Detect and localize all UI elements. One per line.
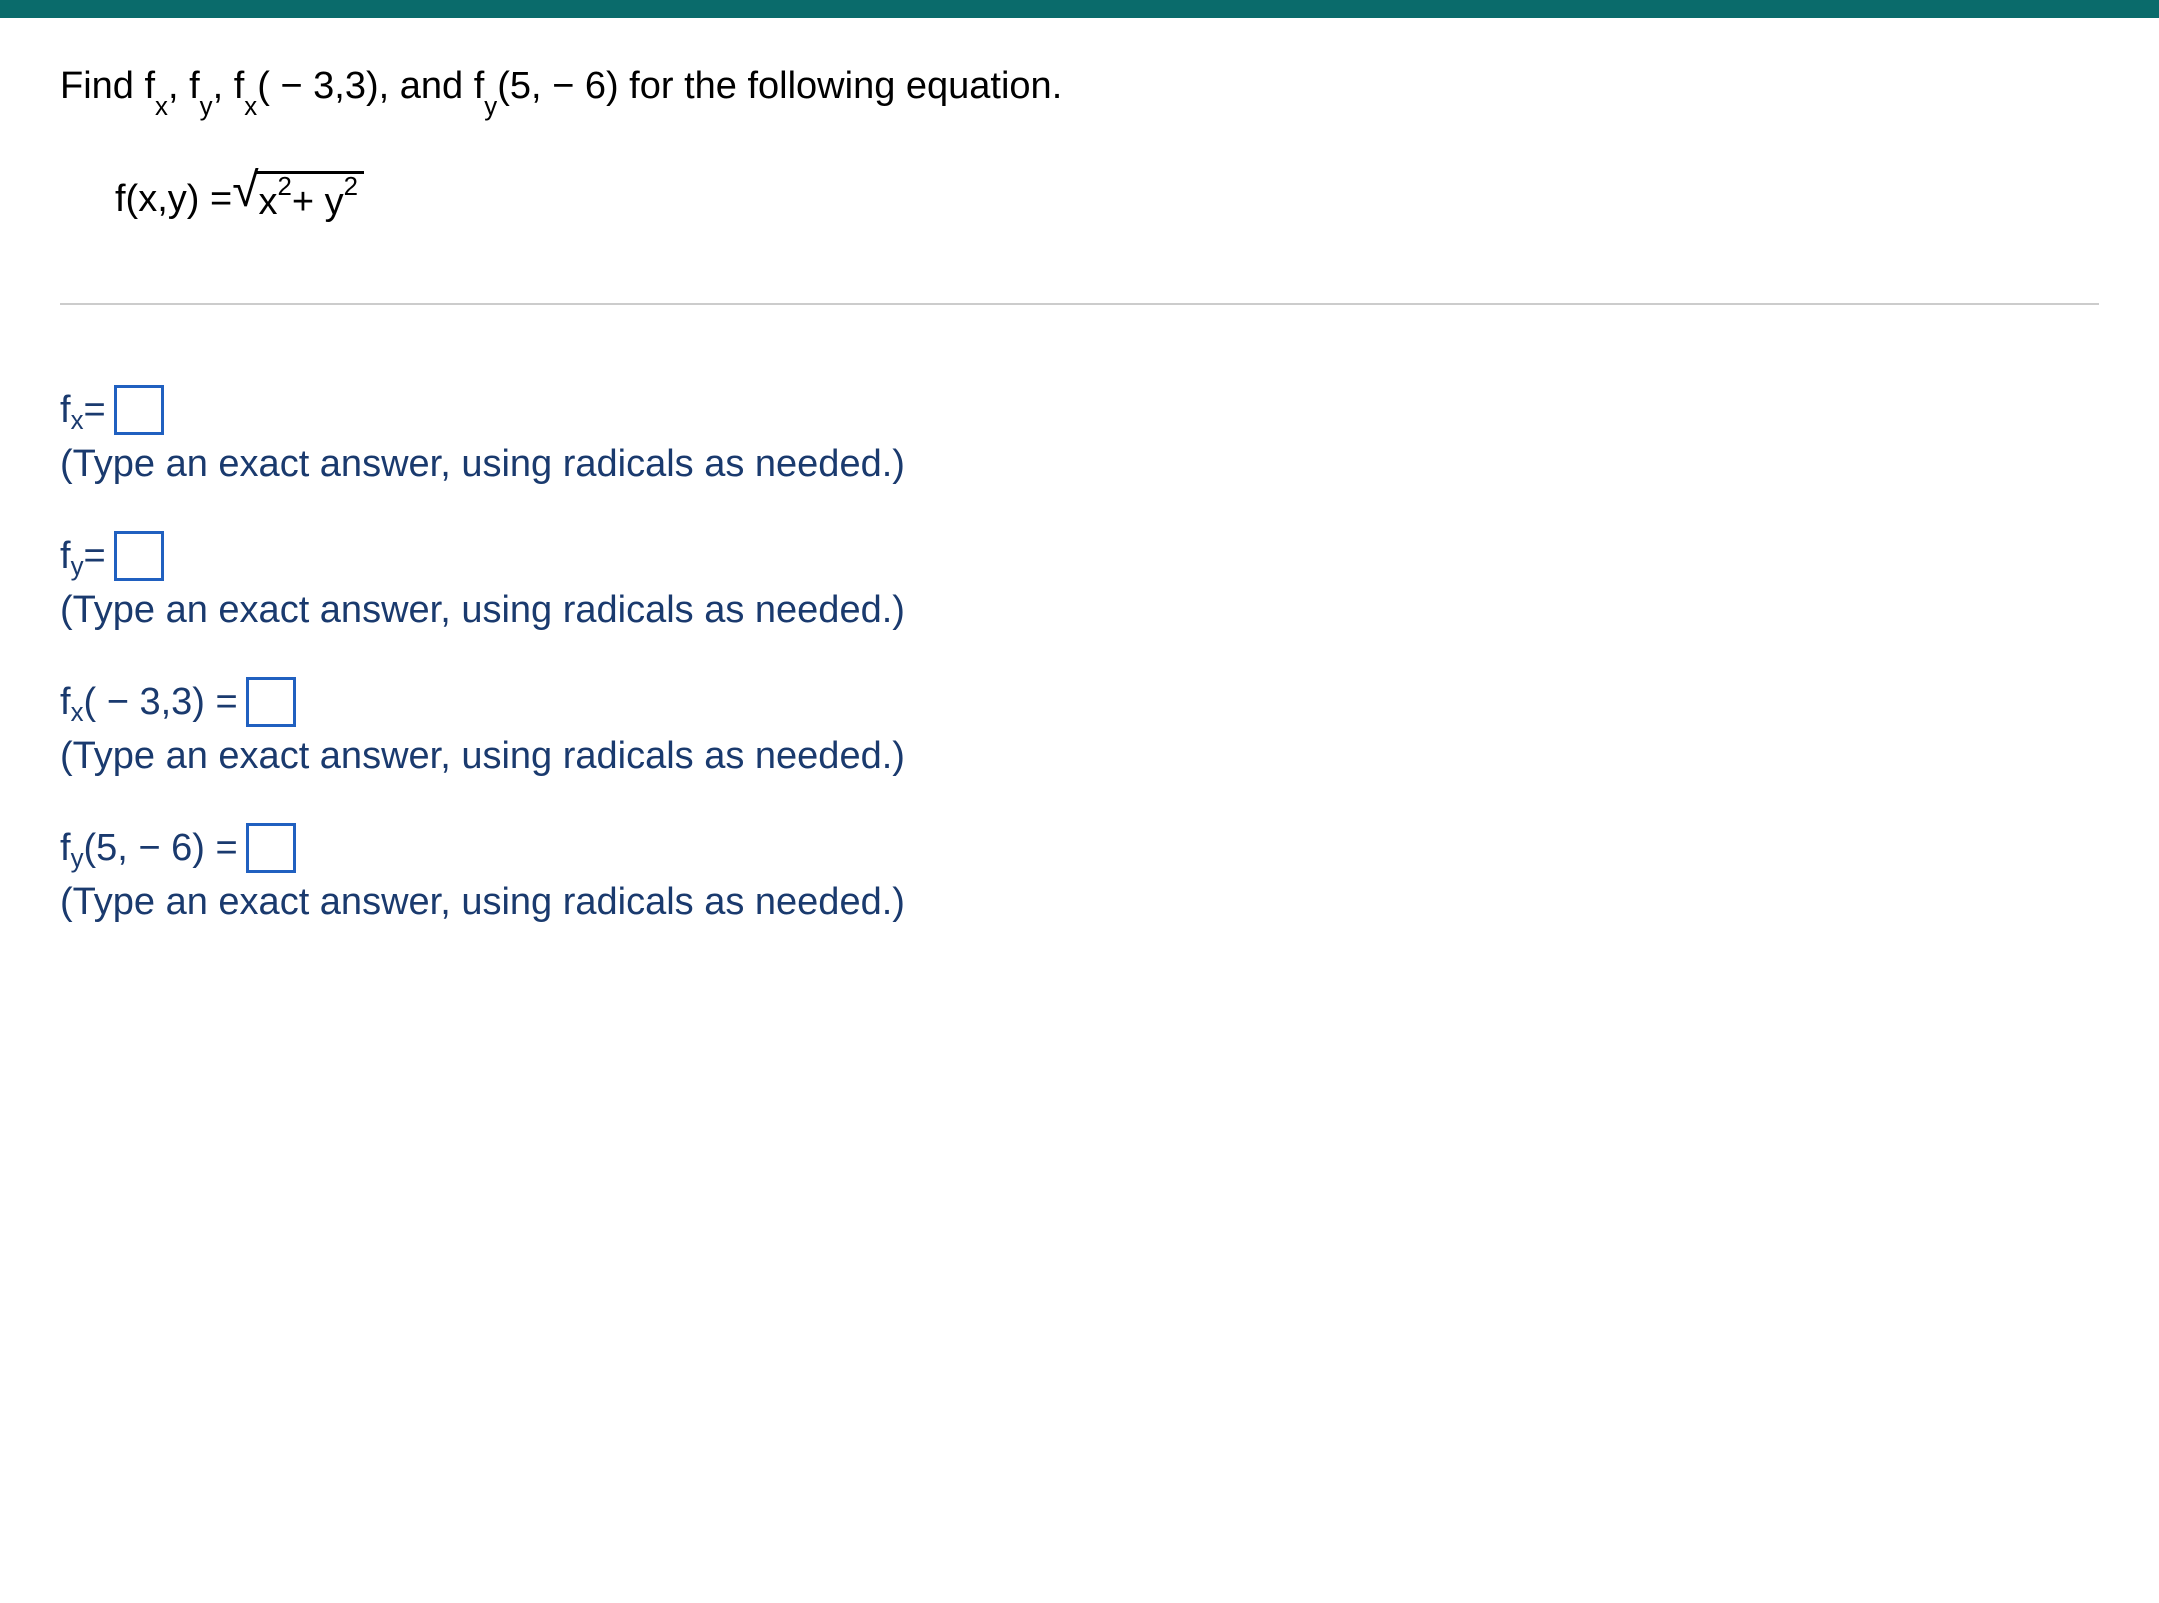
answer-section: f x = (Type an exact answer, using radic… <box>60 385 2099 924</box>
q-text: , f <box>213 58 245 115</box>
fy-point-input[interactable] <box>246 823 296 873</box>
answer-block-fx-point: f x ( − 3,3) = (Type an exact answer, us… <box>60 677 2099 778</box>
content-area: Find f x , f y , f x ( − 3,3), and f y (… <box>0 18 2159 1009</box>
eq-lhs: f(x,y) = <box>115 171 232 228</box>
answer-row-fy: f y = <box>60 531 2099 581</box>
sqrt-expression: √ x 2 + y 2 <box>232 165 364 233</box>
hint-fx: (Type an exact answer, using radicals as… <box>60 443 2099 486</box>
eq-plus: + y <box>292 174 344 231</box>
label-sub-x: x <box>71 407 84 436</box>
answer-row-fx: f x = <box>60 385 2099 435</box>
question-text: Find f x , f y , f x ( − 3,3), and f y (… <box>60 58 2099 115</box>
eq-x: x <box>259 174 278 231</box>
hint-fy-point: (Type an exact answer, using radicals as… <box>60 881 2099 924</box>
top-accent-bar <box>0 0 2159 18</box>
question-section: Find f x , f y , f x ( − 3,3), and f y (… <box>60 58 2099 233</box>
label-args: ( − 3,3) = <box>83 681 237 724</box>
answer-block-fx: f x = (Type an exact answer, using radic… <box>60 385 2099 486</box>
label-sub-x: x <box>71 699 84 728</box>
label-sub-y: y <box>71 845 84 874</box>
label-eq: = <box>83 389 105 432</box>
q-sub-y2: y <box>484 88 497 127</box>
eq-x-exp: 2 <box>278 168 292 207</box>
label-args: (5, − 6) = <box>83 827 237 870</box>
sqrt-icon: √ <box>232 167 258 215</box>
label-f: f <box>60 535 71 578</box>
answer-block-fy: f y = (Type an exact answer, using radic… <box>60 531 2099 632</box>
hint-fx-point: (Type an exact answer, using radicals as… <box>60 735 2099 778</box>
label-eq: = <box>83 535 105 578</box>
sqrt-content: x 2 + y 2 <box>255 171 365 233</box>
q-text: (5, − 6) for the following equation. <box>497 58 1062 115</box>
label-sub-y: y <box>71 553 84 582</box>
q-sub-x2: x <box>244 88 257 127</box>
answer-block-fy-point: f y (5, − 6) = (Type an exact answer, us… <box>60 823 2099 924</box>
equation: f(x,y) = √ x 2 + y 2 <box>115 165 2099 233</box>
answer-row-fx-point: f x ( − 3,3) = <box>60 677 2099 727</box>
label-f: f <box>60 827 71 870</box>
hint-fy: (Type an exact answer, using radicals as… <box>60 589 2099 632</box>
q-sub-x1: x <box>155 88 168 127</box>
q-text: Find f <box>60 58 155 115</box>
answer-row-fy-point: f y (5, − 6) = <box>60 823 2099 873</box>
fx-input[interactable] <box>114 385 164 435</box>
divider <box>60 303 2099 305</box>
fx-point-input[interactable] <box>246 677 296 727</box>
label-f: f <box>60 681 71 724</box>
label-f: f <box>60 389 71 432</box>
eq-y-exp: 2 <box>344 168 358 207</box>
fy-input[interactable] <box>114 531 164 581</box>
q-text: , f <box>168 58 200 115</box>
q-text: ( − 3,3), and f <box>257 58 484 115</box>
q-sub-y1: y <box>200 88 213 127</box>
